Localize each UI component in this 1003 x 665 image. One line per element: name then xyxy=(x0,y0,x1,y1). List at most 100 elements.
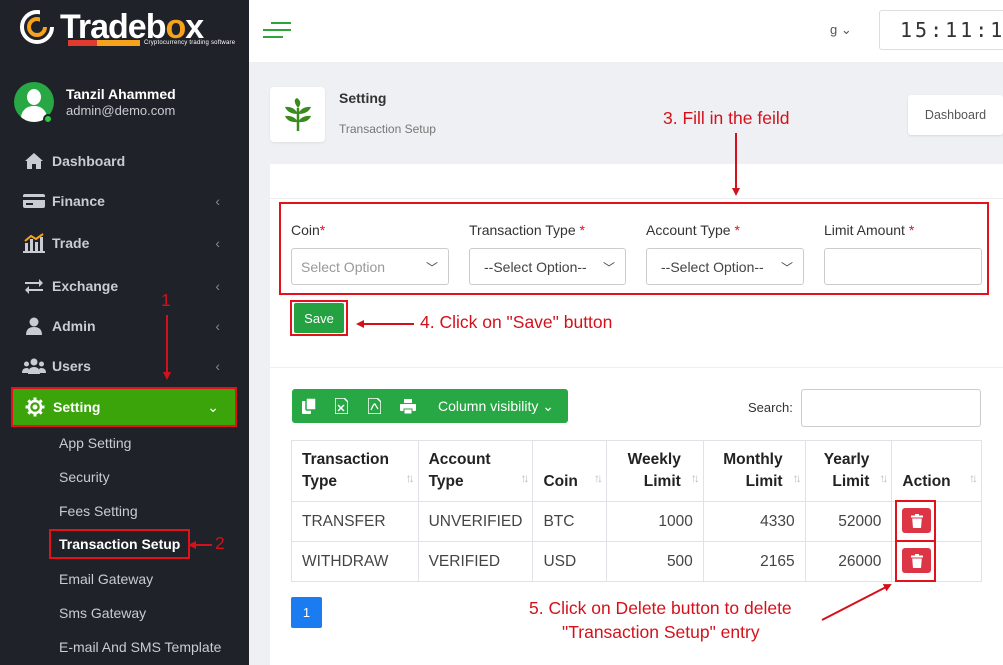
chevron-down-icon: ⌄ xyxy=(840,22,852,37)
column-header-weekly-limit[interactable]: Weekly Limit ↑↓ xyxy=(606,440,704,502)
gear-icon xyxy=(23,397,47,417)
chevron-left-icon: ‹ xyxy=(215,358,220,374)
menu-toggle-icon[interactable] xyxy=(263,22,291,40)
sort-icon: ↑↓ xyxy=(792,471,802,485)
annotation-step-5-line1: 5. Click on Delete button to delete xyxy=(529,598,792,618)
chevron-down-icon: ⌄ xyxy=(542,397,554,414)
coin-select[interactable]: Select Option ﹀ xyxy=(291,248,449,285)
sidebar-subitem-app-setting[interactable]: App Setting xyxy=(59,435,131,451)
annotation-step-1: 1 xyxy=(161,290,171,310)
transaction-type-select[interactable]: --Select Option-- ﹀ xyxy=(469,248,626,285)
sidebar-item-users[interactable]: Users ‹ xyxy=(12,348,236,384)
clock-display: 15:11:17 xyxy=(879,10,1003,50)
admin-icon xyxy=(22,316,46,336)
users-icon xyxy=(22,356,46,376)
sidebar-item-exchange[interactable]: Exchange ‹ xyxy=(12,268,236,304)
column-header-yearly-limit[interactable]: Yearly Limit ↑↓ xyxy=(804,440,893,502)
delete-button[interactable] xyxy=(902,548,931,573)
cell-coin: BTC xyxy=(532,501,608,542)
trash-icon xyxy=(910,513,923,528)
cell-yearly-limit: 52000 xyxy=(804,501,893,542)
sidebar-item-label: Admin xyxy=(52,318,96,334)
sort-icon: ↑↓ xyxy=(594,471,603,485)
save-button[interactable]: Save xyxy=(294,303,344,333)
sidebar-item-admin[interactable]: Admin ‹ xyxy=(12,308,236,344)
sidebar-item-finance[interactable]: Finance ‹ xyxy=(12,183,236,219)
user-profile: Tanzil Ahammed admin@demo.com xyxy=(14,82,176,122)
logo-icon xyxy=(20,10,56,44)
cell-weekly-limit: 500 xyxy=(606,541,704,582)
cell-weekly-limit: 1000 xyxy=(606,501,704,542)
topbar: g ⌄ 15:11:17 xyxy=(249,0,1003,62)
chevron-down-icon: ﹀ xyxy=(602,261,615,275)
language-selector[interactable]: g ⌄ xyxy=(830,22,852,38)
column-header-coin[interactable]: Coin ↑↓ xyxy=(532,440,608,502)
pdf-icon[interactable] xyxy=(358,389,391,423)
sidebar-subitem-transaction-setup[interactable]: Transaction Setup xyxy=(49,529,191,559)
cell-monthly-limit: 4330 xyxy=(702,501,806,542)
cell-yearly-limit: 26000 xyxy=(804,541,893,582)
chevron-left-icon: ‹ xyxy=(215,235,220,251)
cell-coin: USD xyxy=(532,541,608,582)
page-title: Setting xyxy=(339,90,387,106)
user-name: Tanzil Ahammed xyxy=(66,86,176,102)
sidebar-item-label: Setting xyxy=(53,399,101,415)
cell-account-type: UNVERIFIED xyxy=(417,501,534,542)
brand-underline xyxy=(68,40,140,46)
column-visibility-button[interactable]: Column visibility ⌄ xyxy=(438,398,554,415)
sidebar-item-dashboard[interactable]: Dashboard xyxy=(12,143,236,179)
print-icon[interactable] xyxy=(391,389,424,423)
brand-tagline: Cryptocurrency trading software xyxy=(144,40,236,46)
home-icon xyxy=(22,151,46,171)
sidebar-item-label: Users xyxy=(52,358,91,374)
table-row: TRANSFER UNVERIFIED BTC 1000 4330 52000 xyxy=(291,501,982,542)
sidebar-subitem-fees-setting[interactable]: Fees Setting xyxy=(59,503,138,519)
sort-icon: ↑↓ xyxy=(879,471,888,485)
annotation-step-4: 4. Click on "Save" button xyxy=(420,312,613,332)
page-subtitle: Transaction Setup xyxy=(339,122,436,136)
delete-button[interactable] xyxy=(902,508,931,533)
online-status-dot xyxy=(43,114,53,124)
cell-transaction-type: TRANSFER xyxy=(291,501,419,542)
sidebar-item-label: Exchange xyxy=(52,278,119,294)
transaction-type-label: Transaction Type * xyxy=(469,222,585,238)
sidebar-item-trade[interactable]: Trade ‹ xyxy=(12,225,236,261)
sidebar-item-setting[interactable]: Setting ⌄ xyxy=(11,387,237,427)
column-header-transaction-type[interactable]: Transaction Type ↑↓ xyxy=(291,440,419,502)
transaction-limits-table: Transaction Type ↑↓ Account Type ↑↓ Coin ↑↓… xyxy=(291,440,982,582)
annotation-step-2: 2 xyxy=(215,533,225,553)
finance-icon xyxy=(22,191,46,211)
sort-icon: ↑↓ xyxy=(405,471,415,485)
annotation-step-3: 3. Fill in the feild xyxy=(663,108,790,128)
pagination-page-1[interactable]: 1 xyxy=(291,597,322,628)
chevron-down-icon: ⌄ xyxy=(207,399,219,415)
dashboard-button[interactable]: Dashboard xyxy=(908,95,1003,135)
exchange-icon xyxy=(22,276,46,296)
cell-account-type: VERIFIED xyxy=(417,541,534,582)
column-header-account-type[interactable]: Account Type ↑↓ xyxy=(417,440,534,502)
search-input[interactable] xyxy=(801,389,981,427)
sidebar-subitem-security[interactable]: Security xyxy=(59,469,110,485)
sidebar-item-label: Dashboard xyxy=(52,153,126,169)
column-header-action[interactable]: Action ↑↓ xyxy=(891,440,982,502)
sidebar-item-label: Finance xyxy=(52,193,105,209)
account-type-select[interactable]: --Select Option-- ﹀ xyxy=(646,248,804,285)
sidebar-item-label: Trade xyxy=(52,235,90,251)
sidebar: Tradebox Cryptocurrency trading software… xyxy=(0,0,249,665)
chevron-left-icon: ‹ xyxy=(215,318,220,334)
table-header-row: Transaction Type ↑↓ Account Type ↑↓ Coin ↑↓… xyxy=(291,440,982,502)
sort-icon: ↑↓ xyxy=(520,471,529,485)
sidebar-subitem-email-sms-template[interactable]: E-mail And SMS Template xyxy=(59,639,221,655)
copy-icon[interactable] xyxy=(292,389,325,423)
cell-monthly-limit: 2165 xyxy=(702,541,806,582)
annotation-step-5-line2: "Transaction Setup" entry xyxy=(562,622,760,642)
chevron-left-icon: ‹ xyxy=(215,193,220,209)
sidebar-subitem-sms-gateway[interactable]: Sms Gateway xyxy=(59,605,146,621)
column-header-monthly-limit[interactable]: Monthly Limit ↑↓ xyxy=(702,440,806,502)
limit-amount-input[interactable] xyxy=(824,248,982,285)
cell-transaction-type: WITHDRAW xyxy=(291,541,419,582)
sort-icon: ↑↓ xyxy=(969,471,978,485)
excel-icon[interactable] xyxy=(325,389,358,423)
chart-icon xyxy=(22,233,46,253)
sidebar-subitem-email-gateway[interactable]: Email Gateway xyxy=(59,571,153,587)
